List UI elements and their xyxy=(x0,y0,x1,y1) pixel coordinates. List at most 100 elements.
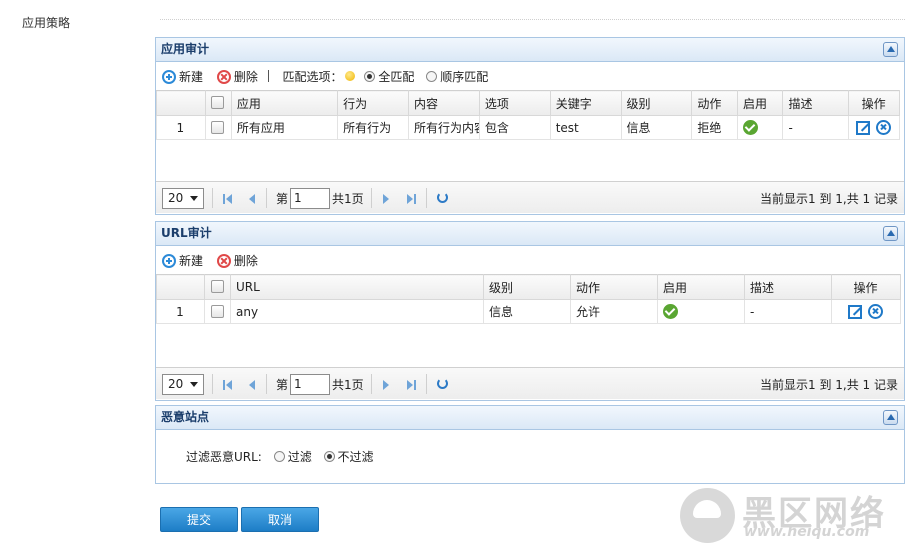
collapse-icon[interactable] xyxy=(883,42,898,57)
malicious-sites-title: 恶意站点 xyxy=(161,410,210,424)
first-page-icon[interactable] xyxy=(223,194,225,204)
url-audit-table: URL 级别 动作 启用 描述 操作 1 any 信息 允许 - xyxy=(156,274,901,324)
delete-button[interactable]: 删除 xyxy=(216,247,258,275)
next-page-icon[interactable] xyxy=(383,194,389,204)
filter-label: 过滤恶意URL: xyxy=(186,450,262,464)
row-checkbox[interactable] xyxy=(204,115,232,140)
submit-button[interactable]: 提交 xyxy=(160,507,238,532)
prev-page-icon[interactable] xyxy=(249,194,255,204)
page-size-select[interactable]: 20 xyxy=(162,188,204,209)
pager-divider xyxy=(426,374,427,394)
url-audit-panel: URL审计 新建 删除 URL 级别 动作 启用 描述 操作 1 any 信息 … xyxy=(155,221,905,401)
delete-button[interactable]: 删除 xyxy=(216,63,258,91)
last-page-icon[interactable] xyxy=(414,194,416,204)
page-number-input[interactable]: 1 xyxy=(290,188,330,209)
checkbox-box xyxy=(211,96,225,109)
watermark: 黑区网络 www.heiqu.com xyxy=(680,488,905,543)
table-row[interactable]: 1 所有应用 所有行为 所有行为内容 包含 test 信息 拒绝 - xyxy=(156,115,900,140)
cell-actions xyxy=(831,299,901,324)
app-audit-title: 应用审计 xyxy=(161,42,210,56)
col-header[interactable]: 内容 xyxy=(408,90,480,116)
radio-icon xyxy=(323,451,335,462)
cell-enabled xyxy=(736,115,784,140)
col-header[interactable]: 级别 xyxy=(620,90,693,116)
col-header[interactable]: 启用 xyxy=(736,90,784,116)
table-row[interactable]: 1 any 信息 允许 - xyxy=(156,299,901,324)
page-prefix: 第 xyxy=(276,192,289,206)
col-num xyxy=(156,274,205,300)
add-icon xyxy=(162,253,176,268)
radio-match-all[interactable]: 全匹配 xyxy=(364,63,414,91)
radio-icon xyxy=(364,70,376,82)
first-page-arrow[interactable] xyxy=(226,194,232,204)
total-pages: 共1页 xyxy=(332,192,364,206)
cell-desc: - xyxy=(782,115,850,140)
app-audit-panel: 应用审计 新建 删除 匹配选项： 全匹配 顺序匹配 应用 行为 内容 选项 关键… xyxy=(155,37,905,215)
url-audit-pager: 20 第 1 共1页 当前显示1 到 1,共 1 记录 xyxy=(156,367,904,399)
table-header-row: 应用 行为 内容 选项 关键字 级别 动作 启用 描述 操作 xyxy=(156,90,900,116)
add-button[interactable]: 新建 xyxy=(162,63,203,91)
remove-icon[interactable] xyxy=(868,304,883,319)
page-prefix: 第 xyxy=(276,378,289,392)
collapse-icon[interactable] xyxy=(883,226,898,241)
col-header[interactable]: 动作 xyxy=(570,274,658,300)
check-circle-icon xyxy=(663,304,678,319)
col-header[interactable]: 关键字 xyxy=(549,90,622,116)
url-audit-header: URL审计 xyxy=(156,222,904,246)
help-bulb-icon[interactable] xyxy=(344,71,355,81)
cancel-button[interactable]: 取消 xyxy=(241,507,319,532)
collapse-icon[interactable] xyxy=(883,410,898,425)
page-title: 应用策略 xyxy=(22,16,71,30)
radio-icon xyxy=(426,70,438,82)
app-audit-table: 应用 行为 内容 选项 关键字 级别 动作 启用 描述 操作 1 所有应用 所有… xyxy=(156,90,900,140)
prev-page-icon[interactable] xyxy=(249,380,255,390)
col-header[interactable]: 启用 xyxy=(657,274,745,300)
pager-divider xyxy=(212,374,213,394)
delete-label: 删除 xyxy=(233,253,258,268)
last-page-arrow[interactable] xyxy=(407,194,413,204)
next-page-icon[interactable] xyxy=(383,380,389,390)
add-label: 新建 xyxy=(179,69,204,84)
cell-content: 所有行为内容 xyxy=(408,115,480,140)
last-page-icon[interactable] xyxy=(414,380,416,390)
last-page-arrow[interactable] xyxy=(407,380,413,390)
page-size-select[interactable]: 20 xyxy=(162,374,204,395)
url-audit-toolbar: 新建 删除 xyxy=(156,246,904,274)
first-page-icon[interactable] xyxy=(223,380,225,390)
refresh-icon[interactable] xyxy=(437,192,448,203)
cell-behavior: 所有行为 xyxy=(337,115,410,140)
cell-level: 信息 xyxy=(620,115,693,140)
pager-info: 当前显示1 到 1,共 1 记录 xyxy=(760,378,898,392)
refresh-icon[interactable] xyxy=(437,378,448,389)
match-label: 匹配选项： xyxy=(282,69,343,84)
add-button[interactable]: 新建 xyxy=(162,247,203,275)
select-all-checkbox[interactable] xyxy=(204,90,232,116)
table-empty-area xyxy=(156,140,904,181)
edit-icon[interactable] xyxy=(848,305,862,319)
pager-divider xyxy=(212,188,213,208)
row-checkbox[interactable] xyxy=(204,299,231,324)
col-header[interactable]: 行为 xyxy=(337,90,410,116)
col-header[interactable]: 描述 xyxy=(744,274,832,300)
col-header[interactable]: 应用 xyxy=(230,90,339,116)
page-number-input[interactable]: 1 xyxy=(290,374,330,395)
cell-actions xyxy=(848,115,900,140)
radio-match-seq[interactable]: 顺序匹配 xyxy=(426,63,488,91)
radio-no-filter[interactable]: 不过滤 xyxy=(323,450,374,464)
cell-action: 允许 xyxy=(570,299,658,324)
col-header[interactable]: 动作 xyxy=(691,90,738,116)
checkbox-box xyxy=(211,120,225,134)
first-page-arrow[interactable] xyxy=(226,380,232,390)
checkbox-box xyxy=(210,304,224,318)
remove-icon[interactable] xyxy=(876,120,892,135)
watermark-url: www.heiqu.com xyxy=(744,524,870,540)
radio-filter[interactable]: 过滤 xyxy=(273,450,312,464)
col-header[interactable]: URL xyxy=(230,274,484,300)
edit-icon[interactable] xyxy=(856,121,871,135)
pager-info: 当前显示1 到 1,共 1 记录 xyxy=(760,192,898,206)
col-header[interactable]: 描述 xyxy=(782,90,850,116)
cell-level: 信息 xyxy=(483,299,571,324)
col-header[interactable]: 级别 xyxy=(483,274,571,300)
col-header[interactable]: 选项 xyxy=(478,90,551,116)
select-all-checkbox[interactable] xyxy=(204,274,231,300)
